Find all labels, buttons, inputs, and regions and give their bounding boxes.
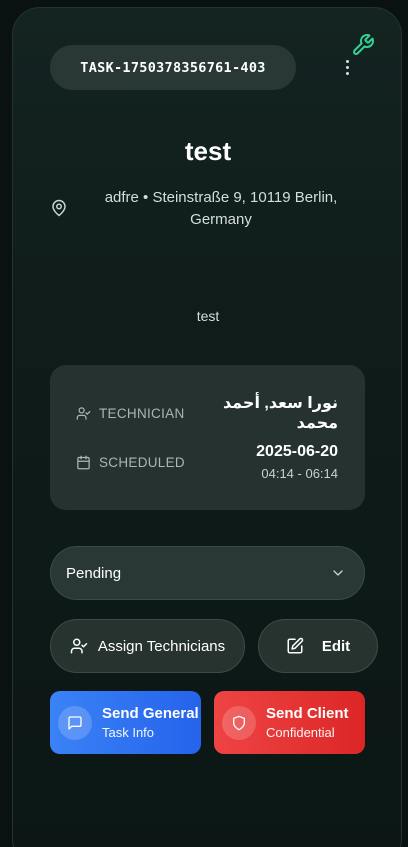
user-check-icon bbox=[70, 638, 88, 654]
scheduled-row: SCHEDULED 2025-06-20 04:14 - 06:14 bbox=[76, 443, 338, 481]
technician-label: TECHNICIAN bbox=[76, 406, 185, 421]
calendar-icon bbox=[77, 455, 90, 469]
send-general-button[interactable]: Send General Task Info bbox=[50, 691, 201, 754]
status-selected-value: Pending bbox=[66, 564, 122, 582]
more-vertical-icon[interactable] bbox=[337, 57, 357, 77]
send-client-title: Send Client bbox=[266, 705, 349, 722]
task-title: test bbox=[184, 136, 232, 166]
task-details-panel: TECHNICIAN نورا سعد, أحمد محمد SCHEDULED… bbox=[50, 365, 365, 510]
scheduled-label-text: SCHEDULED bbox=[99, 454, 185, 470]
scheduled-date: 2025-06-20 bbox=[256, 443, 338, 460]
task-description: test bbox=[196, 308, 220, 324]
user-check-icon bbox=[76, 406, 91, 420]
shield-icon bbox=[222, 705, 256, 740]
edit-label: Edit bbox=[321, 637, 351, 655]
send-client-subtitle: Confidential bbox=[266, 725, 335, 740]
edit-button[interactable]: Edit bbox=[258, 619, 378, 673]
assign-technicians-label: Assign Technicians bbox=[97, 637, 226, 655]
wrench-icon[interactable] bbox=[351, 33, 375, 57]
chevron-down-icon bbox=[333, 570, 343, 576]
assign-technicians-button[interactable]: Assign Technicians bbox=[50, 619, 245, 673]
send-client-button[interactable]: Send Client Confidential bbox=[214, 691, 365, 754]
technician-label-text: TECHNICIAN bbox=[99, 405, 185, 421]
scheduled-values: 2025-06-20 04:14 - 06:14 bbox=[256, 443, 338, 481]
technician-row: TECHNICIAN نورا سعد, أحمد محمد bbox=[76, 393, 338, 433]
edit-icon bbox=[287, 637, 304, 654]
send-general-title: Send General bbox=[102, 705, 199, 722]
status-select[interactable]: Pending bbox=[50, 546, 365, 600]
technician-value: نورا سعد, أحمد محمد bbox=[222, 395, 338, 432]
message-icon bbox=[58, 705, 92, 740]
map-pin-icon bbox=[52, 199, 66, 217]
scheduled-label: SCHEDULED bbox=[76, 455, 185, 470]
task-address: adfre • Steinstraße 9, 10119 Berlin, Ger… bbox=[104, 189, 338, 228]
scheduled-time: 04:14 - 06:14 bbox=[261, 466, 338, 481]
send-general-subtitle: Task Info bbox=[102, 725, 155, 740]
task-id-badge: TASK-1750378356761-403 bbox=[50, 45, 296, 90]
